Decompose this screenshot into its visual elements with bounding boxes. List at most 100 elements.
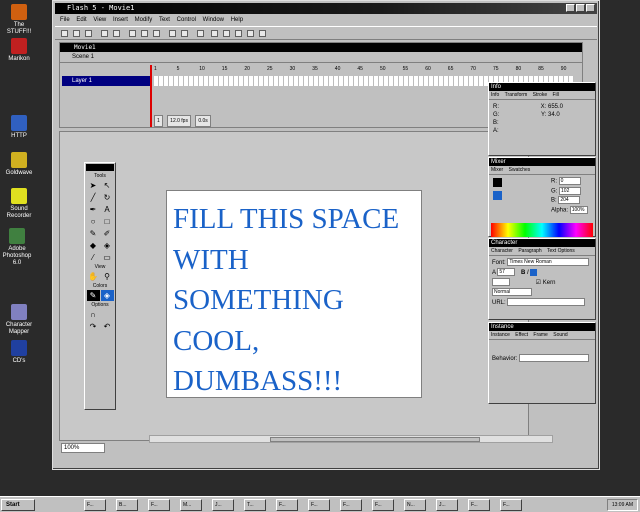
text-tool-icon[interactable]: A (101, 204, 114, 215)
mixer-g-field[interactable]: 102 (559, 186, 582, 195)
taskbar-task[interactable]: T... (244, 499, 266, 511)
tracking-field[interactable] (492, 278, 510, 287)
scene-label[interactable]: Scene 1 (72, 54, 94, 60)
playhead[interactable] (150, 65, 152, 127)
menu-edit[interactable]: Edit (76, 17, 86, 23)
tab-transform[interactable]: Transform (505, 92, 528, 98)
behavior-select[interactable] (519, 354, 590, 363)
print-icon[interactable] (101, 30, 108, 37)
smooth-icon[interactable] (211, 30, 218, 37)
option-straighten-icon[interactable]: ↶ (101, 321, 114, 332)
instance-panel-header[interactable]: Instance (489, 323, 595, 331)
color-ramp[interactable] (491, 223, 593, 237)
stroke-color-icon[interactable]: ✎ (86, 290, 100, 301)
desktop-icon-stuff[interactable]: The STUFF!!! (2, 4, 36, 36)
italic-button[interactable]: I (527, 270, 529, 276)
open-icon[interactable] (73, 30, 80, 37)
zoom-field[interactable]: 100% (61, 443, 105, 453)
oval-tool-icon[interactable]: ○ (87, 216, 100, 227)
maximize-button[interactable] (576, 4, 585, 12)
menu-modify[interactable]: Modify (135, 17, 153, 23)
redo-icon[interactable] (181, 30, 188, 37)
menu-window[interactable]: Window (203, 17, 224, 23)
fill-color-icon[interactable]: ◈ (100, 290, 114, 301)
taskbar-task[interactable]: J... (212, 499, 234, 511)
tab-info[interactable]: Info (491, 92, 499, 98)
frame-rate[interactable]: 12.0 fps (167, 115, 191, 127)
stage-area[interactable]: FILL THIS SPACE WITH SOMETHING COOL, DUM… (59, 131, 529, 441)
dropper-tool-icon[interactable]: ⁄ (87, 252, 100, 263)
menu-help[interactable]: Help (231, 17, 243, 23)
arrow-tool-icon[interactable]: ➤ (87, 180, 100, 191)
desktop-icon-cds[interactable]: CD's (2, 340, 36, 365)
kern-checkbox[interactable]: ☑ (536, 280, 541, 286)
taskbar-task[interactable]: F... (276, 499, 298, 511)
taskbar-task[interactable]: F... (148, 499, 170, 511)
brush-tool-icon[interactable]: ✐ (101, 228, 114, 239)
taskbar-task[interactable]: F... (308, 499, 330, 511)
tools-panel-header[interactable] (86, 164, 114, 171)
tab-effect[interactable]: Effect (515, 332, 528, 338)
paint-bucket-icon[interactable]: ◈ (101, 240, 114, 251)
scale-icon[interactable] (247, 30, 254, 37)
mixer-alpha-field[interactable]: 100% (569, 205, 588, 214)
layer-1-row[interactable]: Layer 1 (62, 76, 150, 86)
close-button[interactable] (586, 4, 595, 12)
save-icon[interactable] (85, 30, 92, 37)
tab-fill[interactable]: Fill (553, 92, 559, 98)
desktop-icon-character-mapper[interactable]: Character Mapper (2, 304, 36, 336)
taskbar-task[interactable]: N... (404, 499, 426, 511)
new-file-icon[interactable] (61, 30, 68, 37)
frame-ruler[interactable]: 1 5 10 15 20 25 30 35 40 45 50 55 60 65 70 75 80 85 90 (154, 65, 574, 74)
tab-text-options[interactable]: Text Options (547, 248, 575, 254)
copy-icon[interactable] (141, 30, 148, 37)
lasso-tool-icon[interactable]: ↻ (101, 192, 114, 203)
taskbar-task[interactable]: F... (84, 499, 106, 511)
tab-stroke[interactable]: Stroke (533, 92, 547, 98)
menu-text[interactable]: Text (159, 17, 170, 23)
bold-button[interactable]: B (521, 270, 525, 276)
tab-mixer[interactable]: Mixer (491, 167, 503, 173)
tab-sound[interactable]: Sound (553, 332, 567, 338)
print-preview-icon[interactable] (113, 30, 120, 37)
tab-instance[interactable]: Instance (491, 332, 510, 338)
character-panel-header[interactable]: Character (489, 239, 595, 247)
font-select[interactable]: Times New Roman (507, 258, 590, 267)
minimize-button[interactable] (566, 4, 575, 12)
pencil-tool-icon[interactable]: ✎ (87, 228, 100, 239)
straighten-icon[interactable] (223, 30, 230, 37)
menu-view[interactable]: View (93, 17, 106, 23)
pen-tool-icon[interactable]: ✒ (87, 204, 100, 215)
desktop-icon-goldwave[interactable]: Goldwave (2, 152, 36, 177)
line-tool-icon[interactable]: ╱ (87, 192, 100, 203)
text-color-swatch[interactable] (530, 268, 538, 276)
mixer-panel-header[interactable]: Mixer (489, 158, 595, 166)
taskbar-task[interactable]: J... (436, 499, 458, 511)
desktop-icon-http[interactable]: HTTP (2, 115, 36, 140)
tab-character[interactable]: Character (491, 248, 513, 254)
baseline-select[interactable]: Normal (492, 288, 532, 297)
snap-icon[interactable] (197, 30, 204, 37)
window-titlebar[interactable]: Flash 5 - Movie1 (55, 3, 597, 14)
fill-swatch[interactable] (493, 191, 502, 200)
taskbar-task[interactable]: F... (500, 499, 522, 511)
info-panel-header[interactable]: Info (489, 83, 595, 91)
rotate-icon[interactable] (235, 30, 242, 37)
taskbar-task[interactable]: F... (468, 499, 490, 511)
paste-icon[interactable] (153, 30, 160, 37)
ink-bottle-icon[interactable]: ◆ (87, 240, 100, 251)
undo-icon[interactable] (169, 30, 176, 37)
taskbar-task[interactable]: M... (180, 499, 202, 511)
desktop-icon-marikon[interactable]: Marikon (2, 38, 36, 63)
taskbar-task[interactable]: F... (340, 499, 362, 511)
stroke-swatch[interactable] (493, 178, 502, 187)
menu-file[interactable]: File (60, 17, 70, 23)
tab-swatches[interactable]: Swatches (509, 167, 531, 173)
eraser-tool-icon[interactable]: ▭ (101, 252, 114, 263)
rectangle-tool-icon[interactable]: □ (101, 216, 114, 227)
menu-insert[interactable]: Insert (113, 17, 128, 23)
mixer-r-field[interactable]: 0 (558, 177, 581, 185)
align-icon[interactable] (259, 30, 266, 37)
menu-control[interactable]: Control (177, 17, 196, 23)
zoom-tool-icon[interactable]: ⚲ (101, 271, 114, 282)
